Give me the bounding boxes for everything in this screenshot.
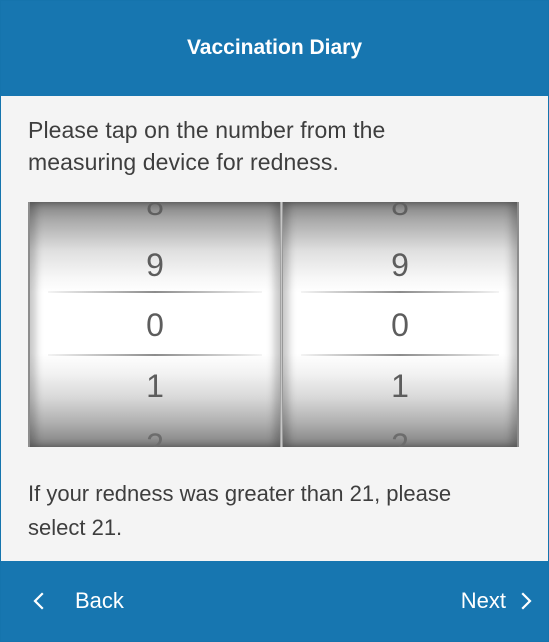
ones-option-9[interactable]: 9: [283, 248, 517, 282]
ones-digit-wheel[interactable]: 8 9 0 1 2: [283, 202, 517, 447]
redness-number-picker[interactable]: 8 9 0 1 2 8 9 0 1 2: [28, 202, 519, 447]
vaccination-diary-screen: Vaccination Diary Please tap on the numb…: [0, 0, 549, 642]
navigation-footer: Back Next: [1, 561, 548, 641]
selection-line-bottom: [301, 354, 499, 356]
selection-line-top: [301, 291, 499, 293]
tens-selected-option-0[interactable]: 0: [30, 308, 280, 342]
chevron-right-icon: [516, 589, 536, 613]
tens-option-8[interactable]: 8: [30, 202, 280, 221]
next-button[interactable]: Next: [461, 586, 536, 616]
tens-option-2[interactable]: 2: [30, 428, 280, 447]
ones-selected-option-0[interactable]: 0: [283, 308, 517, 342]
page-title: Vaccination Diary: [186, 35, 363, 59]
app-header: Vaccination Diary: [1, 1, 548, 96]
redness-question: Please tap on the number from the measur…: [28, 117, 386, 175]
next-button-label: Next: [460, 588, 506, 613]
chevron-left-icon: [29, 589, 49, 613]
back-button[interactable]: Back: [29, 586, 124, 616]
selection-line-top: [48, 291, 262, 293]
selection-line-bottom: [48, 354, 262, 356]
ones-option-2[interactable]: 2: [283, 428, 517, 447]
tens-option-1[interactable]: 1: [30, 369, 280, 403]
tens-digit-wheel[interactable]: 8 9 0 1 2: [30, 202, 280, 447]
tens-option-9[interactable]: 9: [30, 248, 280, 282]
redness-limit-instruction: If your redness was greater than 21, ple…: [28, 481, 452, 540]
ones-option-1[interactable]: 1: [283, 369, 517, 403]
ones-option-8[interactable]: 8: [283, 202, 517, 221]
back-button-label: Back: [75, 588, 124, 613]
